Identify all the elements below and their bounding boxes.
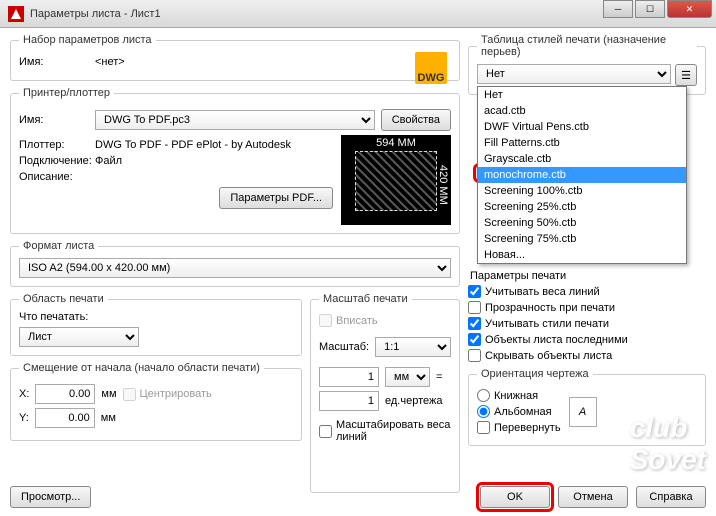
pageset-name-label: Имя:	[19, 56, 89, 68]
dwg-icon: DWG	[415, 52, 447, 84]
printer-legend: Принтер/плоттер	[19, 87, 114, 99]
print-options-label: Параметры печати	[470, 270, 706, 282]
opt-lw-checkbox[interactable]	[468, 285, 481, 298]
opt-hide-checkbox[interactable]	[468, 349, 481, 362]
paper-legend: Формат листа	[19, 240, 98, 252]
style-option[interactable]: Screening 75%.ctb	[478, 231, 686, 247]
cancel-button[interactable]: Отмена	[558, 486, 628, 508]
plotter-label: Плоттер:	[19, 139, 89, 151]
scale-num1[interactable]	[319, 367, 379, 387]
orientation-icon: A	[569, 397, 597, 427]
desc-label: Описание:	[19, 171, 89, 183]
opt-styles-checkbox[interactable]	[468, 317, 481, 330]
area-legend: Область печати	[19, 293, 108, 305]
app-icon	[8, 6, 24, 22]
help-button[interactable]: Справка	[636, 486, 706, 508]
printer-name-label: Имя:	[19, 114, 89, 126]
x-input[interactable]	[35, 384, 95, 404]
x-unit: мм	[101, 388, 116, 400]
scale-lw-checkbox[interactable]	[319, 425, 332, 438]
pageset-name-value: <нет>	[95, 56, 125, 68]
y-input[interactable]	[35, 408, 95, 428]
plot-style-dropdown[interactable]: Нетacad.ctbDWF Virtual Pens.ctbFill Patt…	[477, 86, 687, 264]
x-label: X:	[19, 388, 29, 400]
offset-legend: Смещение от начала (начало области печат…	[19, 362, 264, 374]
style-option[interactable]: Нет	[478, 87, 686, 103]
opt-trans-checkbox[interactable]	[468, 301, 481, 314]
scale-select[interactable]: 1:1	[375, 337, 451, 357]
orient-legend: Ориентация чертежа	[477, 368, 593, 380]
scale-legend: Масштаб печати	[319, 293, 412, 305]
close-button[interactable]: ✕	[667, 0, 712, 18]
y-unit: мм	[101, 412, 116, 424]
style-option[interactable]: Grayscale.ctb	[478, 151, 686, 167]
plot-area-select[interactable]: Лист	[19, 327, 139, 347]
style-option[interactable]: Screening 50%.ctb	[478, 215, 686, 231]
scale-unit2: ед.чертежа	[385, 395, 442, 407]
style-option[interactable]: acad.ctb	[478, 103, 686, 119]
ok-button[interactable]: OK	[480, 486, 550, 508]
style-option[interactable]: monochrome.ctb	[478, 167, 686, 183]
where-value: Файл	[95, 155, 122, 167]
printer-select[interactable]: DWG To PDF.pc3	[95, 110, 375, 130]
maximize-button[interactable]: ☐	[635, 0, 665, 18]
scale-label: Масштаб:	[319, 341, 369, 353]
scale-num2[interactable]	[319, 391, 379, 411]
pageset-legend: Набор параметров листа	[19, 34, 156, 46]
plotter-value: DWG To PDF - PDF ePlot - by Autodesk	[95, 139, 291, 151]
scale-unit1[interactable]: мм	[385, 367, 430, 387]
portrait-radio[interactable]	[477, 389, 490, 402]
opt-last-checkbox[interactable]	[468, 333, 481, 346]
upside-checkbox[interactable]	[477, 421, 490, 434]
minimize-button[interactable]: ─	[603, 0, 633, 18]
plot-style-select[interactable]: Нет	[477, 64, 671, 84]
style-option[interactable]: Screening 100%.ctb	[478, 183, 686, 199]
style-option[interactable]: Новая...	[478, 247, 686, 263]
paper-size-select[interactable]: ISO A2 (594.00 x 420.00 мм)	[19, 258, 451, 278]
paper-preview: 594 MM 420 MM	[341, 135, 451, 225]
styles-legend: Таблица стилей печати (назначение перьев…	[477, 34, 697, 58]
landscape-radio[interactable]	[477, 405, 490, 418]
center-checkbox	[123, 388, 136, 401]
style-option[interactable]: Screening 25%.ctb	[478, 199, 686, 215]
where-label: Подключение:	[19, 155, 89, 167]
edit-style-button[interactable]: ☰	[675, 64, 697, 86]
properties-button[interactable]: Свойства	[381, 109, 451, 131]
y-label: Y:	[19, 412, 29, 424]
what-label: Что печатать:	[19, 311, 293, 323]
style-option[interactable]: Fill Patterns.ctb	[478, 135, 686, 151]
preview-button[interactable]: Просмотр...	[10, 486, 91, 508]
fit-checkbox	[319, 314, 332, 327]
style-option[interactable]: DWF Virtual Pens.ctb	[478, 119, 686, 135]
pdf-options-button[interactable]: Параметры PDF...	[219, 187, 333, 209]
